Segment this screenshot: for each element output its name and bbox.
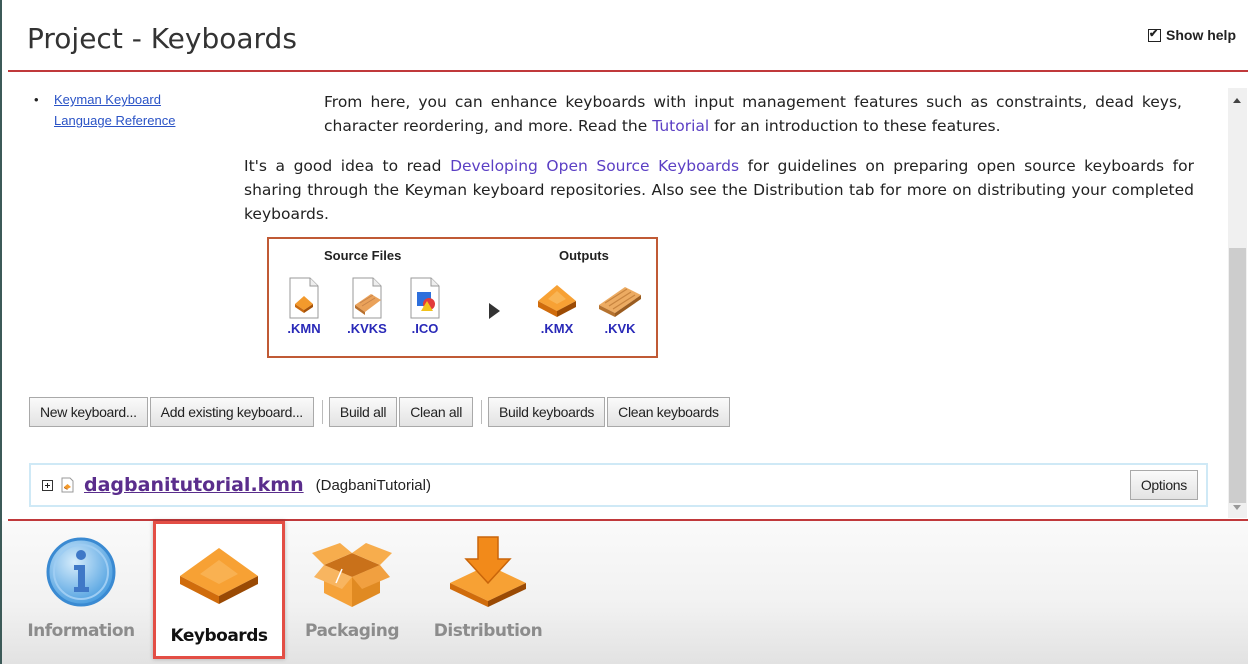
keyboard-file-row: dagbanitutorial.kmn (DagbaniTutorial) Op… [29,463,1208,507]
keyman-language-reference-link[interactable]: Keyman Keyboard Language Reference [54,89,204,131]
toolbar-separator [321,400,323,424]
open-box-icon [312,543,392,607]
tab-label: Information [27,621,135,641]
keyboard-key-icon [180,548,258,604]
expand-toggle-icon[interactable] [42,479,53,491]
kmn-file-small-icon [61,477,74,493]
kmn-ext-label: .KMN [287,321,321,336]
show-help-label: Show help [1166,27,1236,43]
kvk-ext-label: .KVK [604,321,636,336]
kvks-ext-label: .KVKS [347,321,387,336]
scroll-up-arrow-icon[interactable] [1233,98,1241,103]
kvks-source-file: .KVKS [341,277,393,336]
help-links-list: Keyman Keyboard Language Reference [34,89,204,131]
new-keyboard-button[interactable]: New keyboard... [29,397,148,427]
kmx-keycap-icon [538,285,576,317]
scroll-thumb[interactable] [1229,248,1246,503]
tab-keyboards[interactable]: Keyboards [153,521,285,659]
build-keyboards-button[interactable]: Build keyboards [488,397,606,427]
developing-open-source-link[interactable]: Developing Open Source Keyboards [450,157,739,175]
kmx-ext-label: .KMX [540,321,574,336]
tab-label: Keyboards [170,626,268,646]
kmn-file-icon [289,277,319,319]
clean-keyboards-button[interactable]: Clean keyboards [607,397,730,427]
kvk-output-file: .KVK [594,277,646,336]
info-icon [46,537,116,607]
download-arrow-icon [450,536,526,607]
project-tab-bar: Information Keyboards Packaging Distribu… [2,521,1248,664]
add-existing-keyboard-button[interactable]: Add existing keyboard... [149,397,314,427]
kmx-output-file: .KMX [531,277,583,336]
source-files-heading: Source Files [324,248,402,263]
build-arrow-icon [489,303,500,319]
outputs-heading: Outputs [559,248,609,263]
ico-source-file: .ICO [399,277,451,336]
keyboards-content-panel: Keyman Keyboard Language Reference From … [2,72,1228,519]
kmn-source-file: .KMN [278,277,330,336]
tab-label: Distribution [433,621,543,641]
kvks-file-icon [352,277,382,319]
keyboard-options-button[interactable]: Options [1129,470,1198,500]
ico-ext-label: .ICO [411,321,439,336]
build-all-button[interactable]: Build all [328,397,398,427]
scroll-down-arrow-icon[interactable] [1233,505,1241,510]
help-link-item: Keyman Keyboard Language Reference [34,89,204,131]
tab-packaging[interactable]: Packaging [292,527,412,653]
show-help-checkbox[interactable] [1148,27,1161,42]
tab-label: Packaging [304,621,400,641]
keyboard-action-toolbar: New keyboard... Add existing keyboard...… [29,397,732,427]
tab-distribution[interactable]: Distribution [428,527,548,653]
page-title: Project - Keyboards [27,22,297,55]
keyboard-file-link[interactable]: dagbanitutorial.kmn [84,474,304,496]
help-paragraph-open-source: It's a good idea to read Developing Open… [244,157,1194,223]
toolbar-separator [481,400,483,424]
build-flow-diagram: Source Files Outputs .KMN .KVKS .ICO .KM… [267,237,658,358]
show-help-toggle[interactable]: Show help [1148,27,1236,43]
ico-file-icon [410,277,440,319]
keyboard-id-label: (DagbaniTutorial) [315,476,431,494]
help-paragraph-features: From here, you can enhance keyboards wit… [324,93,1182,135]
kvk-keyboard-icon [599,287,641,317]
tab-information[interactable]: Information [21,527,141,653]
page-header: Project - Keyboards Show help [2,0,1248,72]
clean-all-button[interactable]: Clean all [399,397,474,427]
content-scrollbar[interactable] [1228,88,1247,518]
tutorial-link[interactable]: Tutorial [652,117,709,135]
